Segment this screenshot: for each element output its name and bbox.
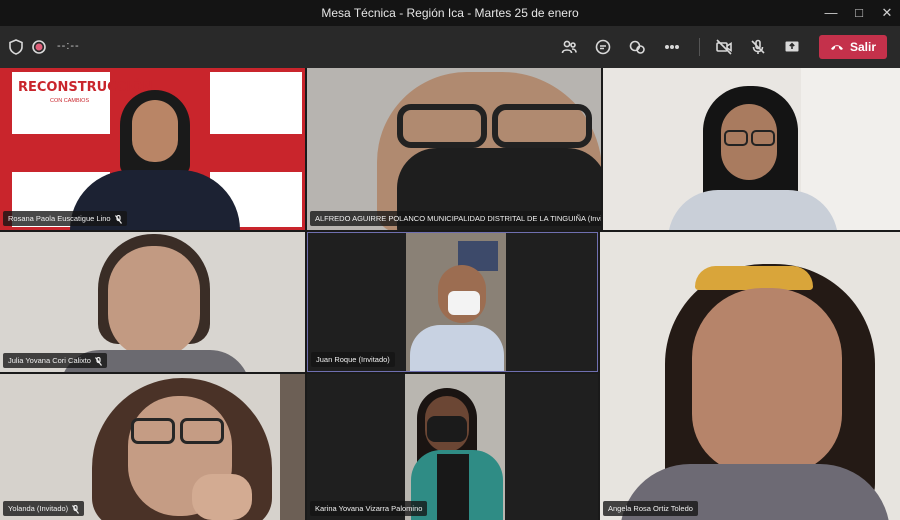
person-shoulders <box>668 190 838 230</box>
participants-icon[interactable] <box>557 35 581 59</box>
recording-icon <box>27 35 51 59</box>
video-grid: RECONSTRUCCIÓN CON CAMBIOS Rosana Paola … <box>0 68 900 520</box>
meeting-timer: --:-- <box>57 40 80 52</box>
glasses <box>397 104 487 148</box>
face-mask <box>448 291 480 315</box>
title-bar: Mesa Técnica - Región Ica - Martes 25 de… <box>0 0 900 26</box>
glasses <box>724 130 748 146</box>
participant-tile-rosana[interactable]: RECONSTRUCCIÓN CON CAMBIOS Rosana Paola … <box>0 68 305 230</box>
participant-tile-yolanda[interactable]: Yolanda (Invitado) <box>0 374 305 520</box>
camera-off-icon[interactable] <box>712 35 736 59</box>
participant-tile-alfredo[interactable]: ALFREDO AGUIRRE POLANCO MUNICIPALIDAD DI… <box>307 68 601 230</box>
person-face <box>108 246 200 358</box>
window-title: Mesa Técnica - Región Ica - Martes 25 de… <box>321 6 579 20</box>
glasses <box>751 130 775 146</box>
participant-name: Rosana Paola Euscatigue Lino <box>3 211 127 226</box>
hang-up-icon <box>830 45 843 50</box>
participant-tile-julia[interactable]: Julia Yovana Cori Calixto <box>0 232 305 372</box>
person-shirt <box>437 454 469 520</box>
chat-icon[interactable] <box>591 35 615 59</box>
share-screen-icon[interactable] <box>780 35 804 59</box>
leave-label: Salir <box>849 40 876 54</box>
banner-brand: RECONSTRUCCIÓN <box>18 80 154 95</box>
close-button[interactable]: ✕ <box>876 3 898 23</box>
minimize-button[interactable]: — <box>820 3 842 23</box>
participant-name: Yolanda (Invitado) <box>3 501 85 516</box>
participant-name: Angela Rosa Ortiz Toledo <box>603 501 698 516</box>
glasses <box>492 104 592 148</box>
participant-tile-angela[interactable]: Angela Rosa Ortiz Toledo <box>600 232 900 520</box>
person-face <box>132 100 178 162</box>
participant-name: Julia Yovana Cori Calixto <box>3 353 107 368</box>
participant-tile-juan[interactable]: Juan Roque (Invitado) <box>307 232 598 372</box>
participant-tile-3[interactable] <box>603 68 900 230</box>
mic-muted-icon <box>94 356 102 366</box>
banner-tagline: CON CAMBIOS <box>50 98 90 104</box>
more-options-icon[interactable] <box>660 35 684 59</box>
toolbar-divider <box>699 38 700 56</box>
mic-muted-icon <box>72 504 80 514</box>
meeting-toolbar: --:-- Salir <box>0 26 900 68</box>
maximize-button[interactable]: □ <box>848 3 870 23</box>
backdrop-door <box>280 374 305 520</box>
face-mask <box>427 416 467 442</box>
banner-panel: RECONSTRUCCIÓN CON CAMBIOS <box>12 72 153 134</box>
banner-panel <box>210 72 302 134</box>
participant-name: Juan Roque (Invitado) <box>311 352 395 367</box>
person-hand <box>192 474 252 520</box>
participant-tile-karina[interactable]: Karina Yovana Vizarra Palomino <box>307 374 598 520</box>
reactions-icon[interactable] <box>625 35 649 59</box>
participant-name: ALFREDO AGUIRRE POLANCO MUNICIPALIDAD DI… <box>310 211 601 226</box>
person-face <box>692 288 842 474</box>
person-shoulders <box>410 325 504 371</box>
glasses <box>131 418 175 444</box>
shield-icon[interactable] <box>4 35 28 59</box>
mic-off-icon[interactable] <box>746 35 770 59</box>
headband <box>695 266 813 290</box>
leave-button[interactable]: Salir <box>819 35 887 59</box>
glasses <box>180 418 224 444</box>
mic-muted-icon <box>114 214 122 224</box>
participant-name: Karina Yovana Vizarra Palomino <box>310 501 428 516</box>
